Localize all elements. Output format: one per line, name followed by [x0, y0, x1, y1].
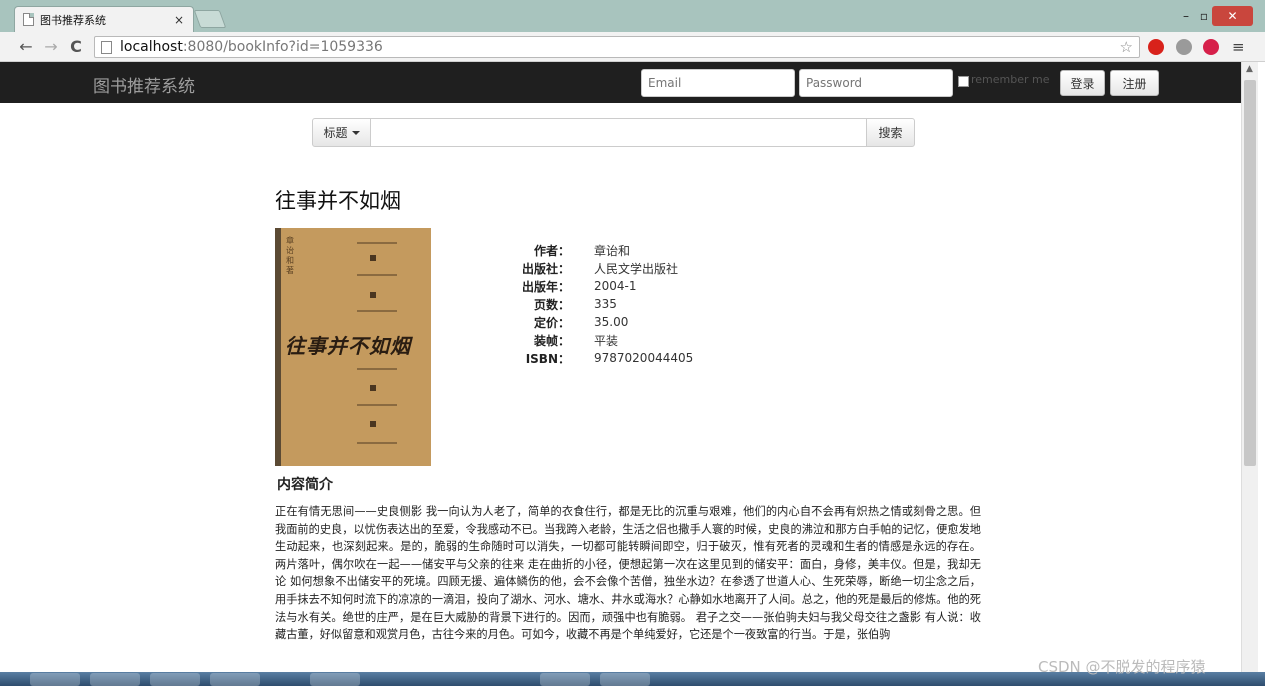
bookmark-star-icon[interactable]: ☆	[1120, 38, 1133, 56]
scroll-thumb[interactable]	[1244, 80, 1256, 466]
taskbar-item[interactable]	[600, 673, 650, 686]
search-button[interactable]: 搜索	[866, 118, 915, 147]
info-label: 出版年：	[521, 279, 570, 294]
taskbar-item[interactable]	[310, 673, 360, 686]
cover-decoration	[357, 242, 397, 244]
taskbar-item[interactable]	[90, 673, 140, 686]
tab-title: 图书推荐系统	[40, 13, 106, 27]
back-arrow-icon[interactable]: ←	[16, 37, 36, 57]
info-row-price: 定价： 35.00	[500, 313, 693, 331]
search-type-dropdown[interactable]: 标题	[312, 118, 371, 147]
info-row-isbn: ISBN： 9787020044405	[500, 349, 694, 367]
page-icon	[23, 13, 34, 26]
info-value: 335	[594, 297, 617, 311]
book-title: 往事并不如烟	[275, 189, 401, 213]
info-value: 35.00	[594, 315, 629, 329]
info-value: 章诒和	[594, 243, 631, 258]
watermark: CSDN @不脱发的程序猿	[1038, 658, 1206, 676]
browser-toolbar: ← → C localhost:8080/bookInfo?id=1059336…	[0, 32, 1265, 62]
page-scrollbar[interactable]: ▲	[1241, 62, 1258, 672]
cover-decoration	[370, 292, 376, 298]
cover-title: 往事并不如烟	[285, 334, 411, 358]
site-navbar: 图书推荐系统 remember me 登录 注册	[0, 62, 1241, 103]
info-label: 作者：	[533, 243, 570, 258]
url-host: localhost	[120, 39, 183, 55]
opera-extension-icon[interactable]	[1148, 39, 1164, 55]
cover-decoration	[357, 404, 397, 406]
info-label: ISBN：	[525, 351, 570, 366]
tab-close-icon[interactable]: ×	[173, 13, 185, 27]
info-label: 页数：	[533, 297, 570, 312]
url-path: :8080/bookInfo?id=1059336	[182, 39, 383, 55]
new-tab-button[interactable]	[193, 10, 227, 28]
scroll-up-icon[interactable]: ▲	[1246, 64, 1253, 74]
browser-tab[interactable]: 图书推荐系统 ×	[14, 6, 194, 32]
search-type-label: 标题	[323, 126, 348, 140]
password-input[interactable]	[799, 69, 953, 97]
address-bar[interactable]: localhost:8080/bookInfo?id=1059336 ☆	[94, 36, 1140, 58]
cover-spine	[275, 228, 281, 466]
info-label: 装帧：	[533, 333, 570, 348]
book-cover-image: 章诒和 著 往事并不如烟	[275, 228, 431, 466]
page-icon	[101, 40, 112, 54]
search-bar: 标题 搜索	[312, 118, 915, 147]
cover-decoration	[357, 274, 397, 276]
reload-icon[interactable]: C	[66, 37, 86, 57]
maximize-button[interactable]: ▫	[1196, 6, 1212, 26]
info-row-binding: 装帧： 平装	[500, 331, 693, 349]
book-info-list: 作者： 章诒和 出版社： 人民文学出版社 出版年： 2004-1 页数： 335…	[500, 241, 693, 367]
cover-decoration	[357, 442, 397, 444]
taskbar-item[interactable]	[150, 673, 200, 686]
login-button[interactable]: 登录	[1060, 70, 1105, 96]
cover-decoration	[370, 255, 376, 261]
email-input[interactable]	[641, 69, 795, 97]
cover-author: 章诒和 著	[286, 236, 294, 275]
target-extension-icon[interactable]	[1203, 39, 1219, 55]
extension-icon[interactable]	[1176, 39, 1192, 55]
intro-heading: 内容简介	[277, 477, 333, 493]
cover-decoration	[370, 385, 376, 391]
taskbar-item[interactable]	[210, 673, 260, 686]
forward-arrow-icon[interactable]: →	[41, 37, 61, 57]
info-row-author: 作者： 章诒和	[500, 241, 693, 259]
info-label: 出版社：	[521, 261, 570, 276]
info-label: 定价：	[533, 315, 570, 330]
info-row-pages: 页数： 335	[500, 295, 693, 313]
taskbar-item[interactable]	[30, 673, 80, 686]
info-value: 平装	[594, 333, 619, 348]
cover-decoration	[357, 368, 397, 370]
menu-icon[interactable]: ≡	[1232, 38, 1245, 56]
remember-me-checkbox[interactable]	[958, 76, 969, 87]
close-window-button[interactable]: ✕	[1212, 6, 1253, 26]
cover-decoration	[357, 310, 397, 312]
info-value: 人民文学出版社	[594, 261, 679, 276]
cover-decoration	[370, 421, 376, 427]
intro-text: 正在有情无思间——史良侧影 我一向认为人老了，简单的衣食住行，都是无比的沉重与艰…	[275, 505, 981, 642]
caret-down-icon	[351, 130, 360, 135]
site-brand[interactable]: 图书推荐系统	[93, 72, 195, 97]
taskbar-item[interactable]	[540, 673, 590, 686]
info-row-publisher: 出版社： 人民文学出版社	[500, 259, 693, 277]
remember-me-label: remember me	[971, 73, 1050, 86]
minimize-button[interactable]: –	[1178, 6, 1194, 26]
info-value: 2004-1	[594, 279, 637, 293]
search-input[interactable]	[370, 118, 867, 147]
info-row-year: 出版年： 2004-1	[500, 277, 693, 295]
info-value: 9787020044405	[594, 351, 694, 365]
register-button[interactable]: 注册	[1110, 70, 1159, 96]
browser-titlebar: 图书推荐系统 × – ▫ ✕	[0, 0, 1265, 32]
